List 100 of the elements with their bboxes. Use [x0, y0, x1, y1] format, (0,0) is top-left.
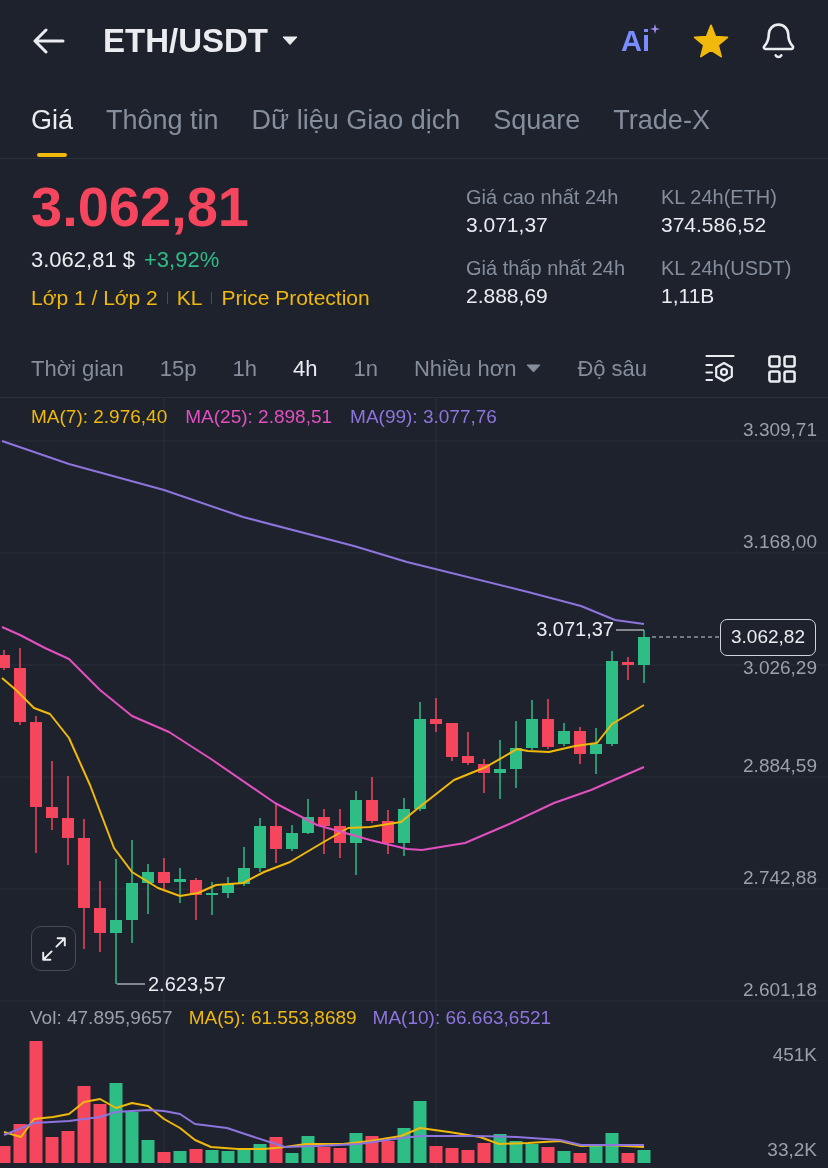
volume-bar	[445, 1148, 459, 1163]
last-price-tag: 3.062,82	[720, 619, 816, 656]
axis-label: 451K	[772, 1044, 817, 1066]
tab[interactable]: Giá	[31, 82, 74, 158]
candlestick	[590, 727, 602, 775]
tab[interactable]: Thông tin	[106, 82, 219, 158]
candlestick	[46, 760, 58, 831]
back-arrow-icon[interactable]	[33, 28, 65, 54]
toolbar-tab[interactable]: Thời gian	[31, 354, 124, 383]
volume-bar	[621, 1153, 635, 1163]
grid-layout-icon[interactable]	[768, 354, 796, 383]
chart-settings-icon[interactable]	[705, 353, 735, 384]
toolbar-tab[interactable]: Độ sâu	[577, 354, 648, 383]
volume-bar	[333, 1148, 347, 1163]
candlestick	[494, 739, 506, 800]
candlestick	[302, 798, 314, 835]
candlestick	[142, 863, 154, 915]
candlestick	[638, 629, 650, 684]
volume-bar	[93, 1104, 107, 1163]
volume-bar	[237, 1150, 251, 1163]
candlestick	[318, 808, 330, 855]
volume-bar	[349, 1133, 363, 1163]
moving-average-legend: MA(25): 2.898,51	[185, 406, 333, 428]
axis-label: 33,2K	[767, 1139, 817, 1161]
star-icon[interactable]	[693, 24, 729, 58]
axis-label: 2.884,59	[743, 755, 817, 777]
low-price-label: 2.623,57	[148, 973, 226, 995]
axis-label: 2.742,88	[743, 867, 817, 889]
expand-chart-button[interactable]	[31, 926, 76, 971]
volume-bar	[637, 1150, 651, 1163]
volume-bar	[45, 1137, 59, 1163]
tab[interactable]: Dữ liệu Giao dịch	[251, 82, 461, 158]
volume-legend: MA(10): 66.663,6521	[372, 1007, 552, 1029]
tag-link[interactable]: KL	[176, 283, 203, 313]
tag-link[interactable]: Price Protection	[221, 283, 370, 313]
toolbar-tab[interactable]: 4h	[292, 354, 318, 383]
volume-legend: Vol: 47.895,9657	[30, 1007, 173, 1029]
candlestick	[510, 720, 522, 789]
candlestick	[334, 808, 346, 859]
volume-bar	[525, 1144, 539, 1163]
candlestick	[254, 817, 266, 873]
high-price-label: 3.071,37	[536, 618, 614, 640]
candlestick	[222, 876, 234, 899]
fiat-price: 3.062,81 $	[31, 246, 135, 274]
volume-bar	[541, 1147, 555, 1163]
candlestick	[398, 797, 410, 857]
active-tab-indicator	[37, 153, 67, 157]
leader-line	[116, 983, 146, 985]
candlestick	[526, 699, 538, 751]
tag-link[interactable]: Lớp 1 / Lớp 2	[31, 283, 158, 313]
volume-bar	[173, 1151, 187, 1163]
axis-label: 3.026,29	[743, 657, 817, 679]
volume-bar	[381, 1141, 395, 1163]
moving-average-legend: MA(7): 2.976,40	[31, 406, 168, 428]
candlestick	[0, 649, 10, 671]
volume-bar	[573, 1153, 587, 1163]
volume-bar	[0, 1146, 11, 1163]
stat-label: KL 24h(ETH)	[661, 185, 778, 210]
last-price-line	[651, 636, 721, 638]
candlestick	[174, 867, 186, 904]
volume-bar	[221, 1151, 235, 1163]
expand-icon	[41, 936, 66, 961]
moving-average-legend: MA(99): 3.077,76	[350, 406, 497, 428]
volume-bar	[317, 1147, 331, 1163]
stat-value: 374.586,52	[661, 212, 768, 238]
toolbar-tab[interactable]: 1n	[353, 354, 378, 383]
stat-value: 2.888,69	[466, 283, 549, 309]
axis-label: 2.601,18	[743, 979, 817, 1001]
more-dropdown[interactable]: Nhiều hơn	[413, 354, 542, 383]
tab[interactable]: Trade-X	[613, 82, 710, 158]
tab[interactable]: Square	[493, 82, 581, 158]
volume-bar	[157, 1152, 171, 1163]
volume-bar	[429, 1146, 443, 1163]
leader-line	[615, 629, 645, 631]
toolbar-tab[interactable]: 15p	[159, 354, 197, 383]
stat-label: Giá cao nhất 24h	[466, 185, 620, 210]
volume-bar	[461, 1150, 475, 1163]
notification-bell-icon[interactable]	[762, 23, 795, 59]
candlestick	[558, 722, 570, 747]
volume-bar	[557, 1151, 571, 1163]
pair-selector[interactable]: ETH/USDT	[103, 21, 298, 61]
toolbar-tab[interactable]: 1h	[232, 354, 257, 383]
sparkle-icon	[650, 24, 660, 34]
volume-bar	[189, 1149, 203, 1163]
volume-bar	[205, 1150, 219, 1163]
candlestick	[430, 697, 442, 733]
candlestick	[366, 776, 378, 824]
volume-bar	[605, 1133, 619, 1163]
candlestick	[622, 656, 634, 681]
candlestick	[158, 857, 170, 891]
stat-value: 3.071,37	[466, 212, 549, 238]
volume-bar	[477, 1143, 491, 1163]
volume-bar	[509, 1141, 523, 1163]
candlestick	[270, 802, 282, 864]
price-change: +3,92%	[144, 246, 220, 274]
volume-bar	[61, 1131, 75, 1163]
ai-assistant-button[interactable]: Ai	[621, 24, 660, 58]
candlestick	[206, 881, 218, 916]
candlestick	[446, 722, 458, 762]
candlestick	[190, 877, 202, 921]
